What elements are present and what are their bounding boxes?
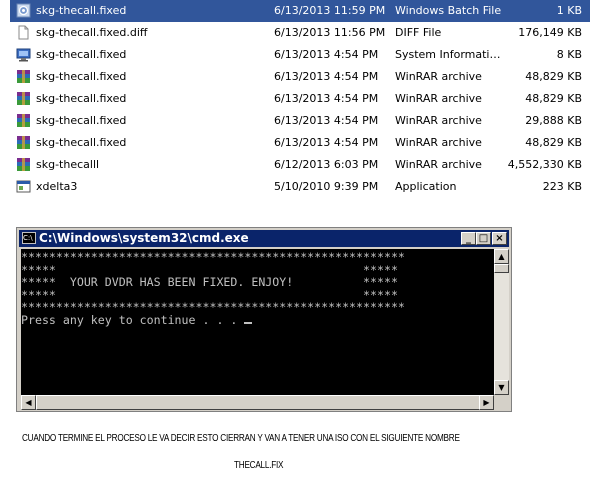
vertical-scrollbar[interactable]: ▲ ▼	[494, 249, 509, 395]
file-type: System Information...	[395, 48, 505, 61]
file-size: 4,552,330 KB	[507, 158, 582, 171]
file-row[interactable]: skg-thecall.fixed 6/13/2013 4:54 PM WinRAR…	[10, 88, 590, 110]
file-date: 6/13/2013 4:54 PM	[274, 48, 379, 61]
winrar-archive-icon	[16, 91, 31, 106]
file-type: WinRAR archive	[395, 158, 482, 171]
file-size: 48,829 KB	[525, 136, 582, 149]
file-type: WinRAR archive	[395, 92, 482, 105]
file-date: 5/10/2010 9:39 PM	[274, 180, 379, 193]
file-type: Application	[395, 180, 457, 193]
resize-grip[interactable]	[494, 395, 509, 410]
file-size: 8 KB	[556, 48, 582, 61]
winrar-archive-icon	[16, 157, 31, 172]
file-row[interactable]: xdelta3 5/10/2010 9:39 PM Application 223 K…	[10, 176, 590, 198]
cmd-app-icon: C:\	[22, 232, 36, 244]
file-name: skg-thecall.fixed	[36, 92, 127, 105]
file-list: skg-thecall.fixed 6/13/2013 11:59 PM Windo…	[10, 0, 590, 198]
text-cursor	[244, 321, 253, 324]
cmd-window-title: C:\Windows\system32\cmd.exe	[39, 231, 249, 245]
scroll-left-arrow-icon[interactable]: ◀	[21, 395, 36, 410]
file-size: 176,149 KB	[518, 26, 582, 39]
file-name: skg-thecall.fixed	[36, 70, 127, 83]
file-date: 6/13/2013 11:56 PM	[274, 26, 386, 39]
file-size: 48,829 KB	[525, 70, 582, 83]
close-button[interactable]: ×	[492, 232, 507, 245]
console-prompt-text: Press any key to continue . . .	[21, 312, 245, 327]
console-line: ****************************************…	[21, 250, 405, 264]
winrar-archive-icon	[16, 113, 31, 128]
file-size: 223 KB	[542, 180, 582, 193]
file-type: WinRAR archive	[395, 70, 482, 83]
cmd-title-bar[interactable]: C:\ C:\Windows\system32\cmd.exe _ □ ×	[19, 230, 509, 247]
maximize-button[interactable]: □	[476, 232, 491, 245]
scroll-down-arrow-icon[interactable]: ▼	[494, 380, 509, 395]
winrar-archive-icon	[16, 69, 31, 84]
file-type: Windows Batch File	[395, 4, 502, 17]
system-info-icon	[16, 47, 31, 62]
file-date: 6/13/2013 4:54 PM	[274, 92, 379, 105]
console-line: ***** YOUR DVDR HAS BEEN FIXED. ENJOY! *…	[21, 275, 398, 290]
winrar-archive-icon	[16, 135, 31, 150]
file-row[interactable]: skg-thecall.fixed 6/13/2013 4:54 PM System…	[10, 44, 590, 66]
file-name: skg-thecall.fixed	[36, 114, 127, 127]
file-row[interactable]: skg-thecall.fixed.diff 6/13/2013 11:56 PM…	[10, 22, 590, 44]
file-row[interactable]: skg-thecall.fixed 6/13/2013 4:54 PM WinRAR…	[10, 66, 590, 88]
file-name: skg-thecall.fixed	[36, 4, 127, 17]
file-date: 6/12/2013 6:03 PM	[274, 158, 379, 171]
file-row[interactable]: skg-thecall.fixed 6/13/2013 4:54 PM WinRAR…	[10, 110, 590, 132]
file-name: skg-thecalll	[36, 158, 100, 171]
instruction-caption: CUANDO TERMINE EL PROCESO LE VA DECIR ES…	[22, 433, 460, 444]
vertical-scroll-thumb[interactable]	[494, 264, 509, 273]
minimize-button[interactable]: _	[461, 232, 476, 245]
file-row[interactable]: skg-thecall.fixed 6/13/2013 4:54 PM WinRAR…	[10, 132, 590, 154]
scroll-up-arrow-icon[interactable]: ▲	[494, 249, 509, 264]
console-output[interactable]: ****************************************…	[21, 249, 494, 395]
cmd-window: C:\ C:\Windows\system32\cmd.exe _ □ × **…	[16, 227, 512, 412]
file-size: 29,888 KB	[525, 114, 582, 127]
file-type: WinRAR archive	[395, 114, 482, 127]
batch-file-icon	[16, 3, 31, 18]
file-name: skg-thecall.fixed.diff	[36, 26, 148, 39]
horizontal-scroll-thumb[interactable]	[36, 395, 481, 410]
file-type: WinRAR archive	[395, 136, 482, 149]
file-row[interactable]: skg-thecall.fixed 6/13/2013 11:59 PM Windo…	[10, 0, 590, 22]
filename-caption: THECALL.FIX	[234, 460, 284, 471]
file-name: skg-thecall.fixed	[36, 48, 127, 61]
application-icon	[16, 179, 31, 194]
file-row[interactable]: skg-thecalll 6/12/2013 6:03 PM WinRAR arch…	[10, 154, 590, 176]
file-name: skg-thecall.fixed	[36, 136, 127, 149]
file-date: 6/13/2013 11:59 PM	[274, 4, 386, 17]
file-type: DIFF File	[395, 26, 442, 39]
file-date: 6/13/2013 4:54 PM	[274, 136, 379, 149]
file-size: 1 KB	[556, 4, 582, 17]
file-name: xdelta3	[36, 180, 78, 193]
console-prompt-line: Press any key to continue . . .	[21, 314, 494, 327]
file-size: 48,829 KB	[525, 92, 582, 105]
file-date: 6/13/2013 4:54 PM	[274, 114, 379, 127]
file-date: 6/13/2013 4:54 PM	[274, 70, 379, 83]
scroll-right-arrow-icon[interactable]: ▶	[479, 395, 494, 410]
blank-file-icon	[16, 25, 31, 40]
horizontal-scrollbar[interactable]: ◀ ▶	[21, 395, 494, 410]
